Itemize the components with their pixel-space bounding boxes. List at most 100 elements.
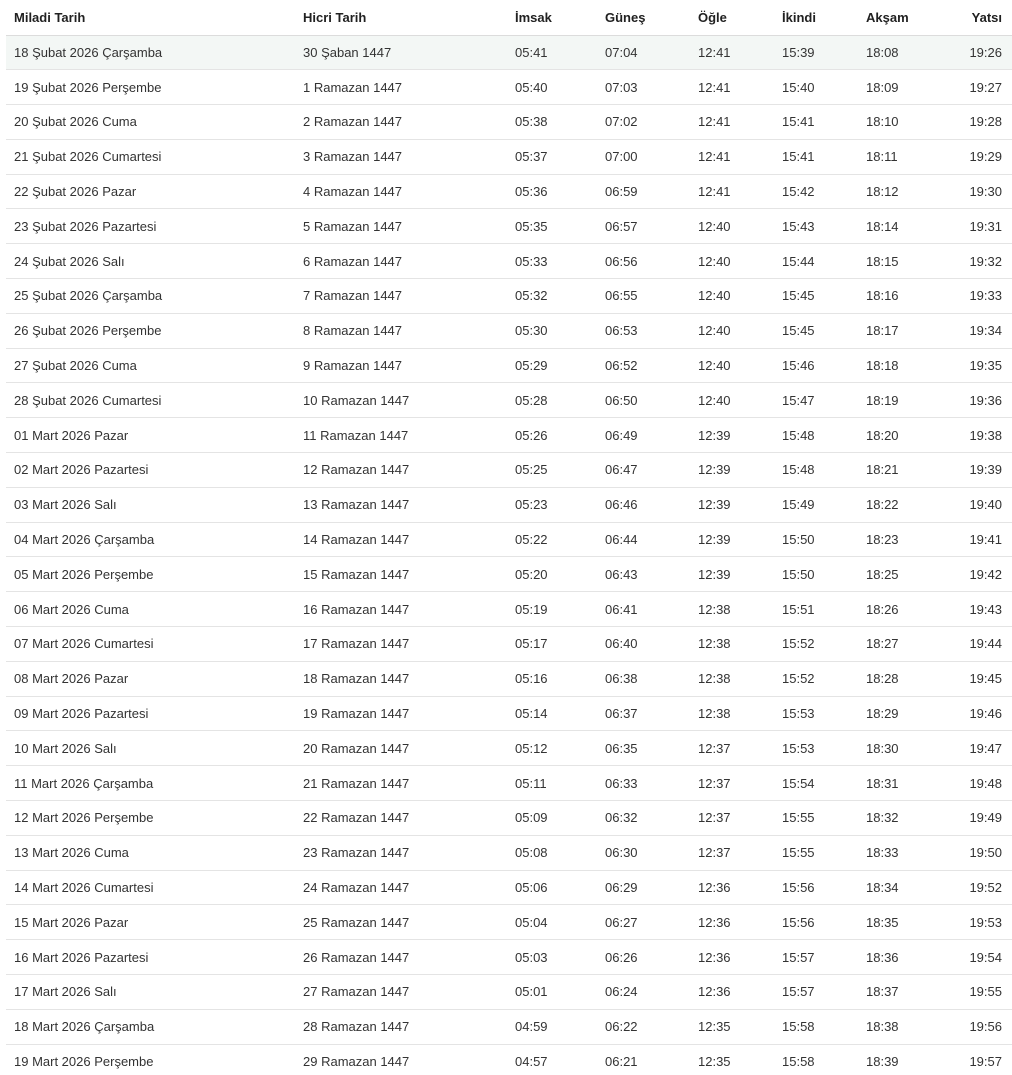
cell-aksam: 18:16	[858, 278, 944, 314]
cell-yatsi: 19:34	[944, 313, 1012, 349]
cell-miladi-tarih: 19 Şubat 2026 Perşembe	[6, 69, 295, 106]
cell-hicri-tarih: 1 Ramazan 1447	[295, 69, 507, 106]
cell-gunes: 07:03	[597, 69, 690, 106]
table-row: 20 Şubat 2026 Cuma 2 Ramazan 1447 05:38 07:…	[6, 104, 1012, 140]
cell-imsak: 05:16	[507, 661, 597, 697]
cell-aksam: 18:22	[858, 487, 944, 523]
cell-gunes: 06:21	[597, 1044, 690, 1075]
table-row: 02 Mart 2026 Pazartesi 12 Ramazan 1447 05:…	[6, 452, 1012, 488]
cell-hicri-tarih: 7 Ramazan 1447	[295, 278, 507, 314]
cell-aksam: 18:26	[858, 591, 944, 628]
cell-aksam: 18:38	[858, 1009, 944, 1045]
cell-aksam: 18:15	[858, 243, 944, 280]
cell-gunes: 07:04	[597, 35, 690, 71]
cell-miladi-tarih: 20 Şubat 2026 Cuma	[6, 104, 295, 140]
cell-miladi-tarih: 21 Şubat 2026 Cumartesi	[6, 139, 295, 175]
cell-hicri-tarih: 23 Ramazan 1447	[295, 835, 507, 871]
cell-ikindi: 15:52	[774, 626, 858, 662]
cell-imsak: 05:30	[507, 313, 597, 349]
cell-miladi-tarih: 26 Şubat 2026 Perşembe	[6, 313, 295, 349]
cell-ogle: 12:40	[690, 382, 774, 419]
cell-gunes: 06:32	[597, 800, 690, 836]
cell-miladi-tarih: 01 Mart 2026 Pazar	[6, 417, 295, 454]
cell-miladi-tarih: 17 Mart 2026 Salı	[6, 974, 295, 1010]
cell-hicri-tarih: 4 Ramazan 1447	[295, 174, 507, 210]
table-row: 08 Mart 2026 Pazar 18 Ramazan 1447 05:16 06…	[6, 661, 1012, 697]
cell-imsak: 04:57	[507, 1044, 597, 1075]
cell-ikindi: 15:57	[774, 974, 858, 1010]
cell-ogle: 12:40	[690, 313, 774, 349]
cell-aksam: 18:21	[858, 452, 944, 488]
cell-imsak: 05:35	[507, 208, 597, 245]
cell-miladi-tarih: 28 Şubat 2026 Cumartesi	[6, 382, 295, 419]
cell-imsak: 05:12	[507, 730, 597, 767]
cell-gunes: 06:22	[597, 1009, 690, 1045]
cell-aksam: 18:37	[858, 974, 944, 1010]
cell-imsak: 05:40	[507, 69, 597, 106]
cell-imsak: 05:33	[507, 243, 597, 280]
cell-gunes: 06:27	[597, 904, 690, 941]
cell-hicri-tarih: 28 Ramazan 1447	[295, 1009, 507, 1045]
cell-aksam: 18:32	[858, 800, 944, 836]
cell-gunes: 06:43	[597, 556, 690, 593]
cell-imsak: 05:19	[507, 591, 597, 628]
cell-aksam: 18:30	[858, 730, 944, 767]
cell-ikindi: 15:50	[774, 556, 858, 593]
cell-miladi-tarih: 02 Mart 2026 Pazartesi	[6, 452, 295, 488]
cell-ogle: 12:40	[690, 278, 774, 314]
cell-ogle: 12:39	[690, 452, 774, 488]
header-miladi-tarih: Miladi Tarih	[6, 0, 295, 36]
cell-aksam: 18:29	[858, 696, 944, 732]
cell-ikindi: 15:54	[774, 765, 858, 802]
cell-hicri-tarih: 2 Ramazan 1447	[295, 104, 507, 140]
cell-yatsi: 19:44	[944, 626, 1012, 662]
cell-ikindi: 15:40	[774, 69, 858, 106]
cell-gunes: 06:35	[597, 730, 690, 767]
cell-ogle: 12:39	[690, 556, 774, 593]
cell-hicri-tarih: 19 Ramazan 1447	[295, 696, 507, 732]
cell-yatsi: 19:52	[944, 870, 1012, 906]
cell-ogle: 12:35	[690, 1009, 774, 1045]
cell-yatsi: 19:48	[944, 765, 1012, 802]
cell-ogle: 12:37	[690, 835, 774, 871]
cell-imsak: 05:29	[507, 348, 597, 384]
cell-yatsi: 19:27	[944, 69, 1012, 106]
cell-yatsi: 19:55	[944, 974, 1012, 1010]
cell-yatsi: 19:26	[944, 35, 1012, 71]
cell-imsak: 05:36	[507, 174, 597, 210]
cell-miladi-tarih: 05 Mart 2026 Perşembe	[6, 556, 295, 593]
cell-miladi-tarih: 11 Mart 2026 Çarşamba	[6, 765, 295, 802]
cell-yatsi: 19:50	[944, 835, 1012, 871]
cell-imsak: 05:01	[507, 974, 597, 1010]
cell-ogle: 12:41	[690, 69, 774, 106]
cell-miladi-tarih: 23 Şubat 2026 Pazartesi	[6, 208, 295, 245]
prayer-times-container: Miladi Tarih Hicri Tarih İmsak Güneş Öğl…	[0, 0, 1012, 1075]
cell-ogle: 12:40	[690, 243, 774, 280]
cell-aksam: 18:17	[858, 313, 944, 349]
table-row: 19 Mart 2026 Perşembe 29 Ramazan 1447 04:5…	[6, 1044, 1012, 1075]
cell-aksam: 18:39	[858, 1044, 944, 1075]
cell-ogle: 12:40	[690, 208, 774, 245]
cell-gunes: 06:49	[597, 417, 690, 454]
cell-hicri-tarih: 26 Ramazan 1447	[295, 939, 507, 976]
header-gunes: Güneş	[597, 0, 690, 36]
header-ikindi: İkindi	[774, 0, 858, 36]
cell-gunes: 06:33	[597, 765, 690, 802]
cell-imsak: 05:38	[507, 104, 597, 140]
cell-gunes: 06:59	[597, 174, 690, 210]
cell-ikindi: 15:41	[774, 139, 858, 175]
cell-miladi-tarih: 22 Şubat 2026 Pazar	[6, 174, 295, 210]
cell-aksam: 18:12	[858, 174, 944, 210]
cell-aksam: 18:23	[858, 522, 944, 558]
table-row: 03 Mart 2026 Salı 13 Ramazan 1447 05:23 06:…	[6, 487, 1012, 523]
cell-hicri-tarih: 21 Ramazan 1447	[295, 765, 507, 802]
cell-miladi-tarih: 24 Şubat 2026 Salı	[6, 243, 295, 280]
cell-ogle: 12:37	[690, 800, 774, 836]
cell-ogle: 12:37	[690, 730, 774, 767]
table-row: 21 Şubat 2026 Cumartesi 3 Ramazan 1447 05:…	[6, 139, 1012, 175]
cell-gunes: 06:57	[597, 208, 690, 245]
table-row: 07 Mart 2026 Cumartesi 17 Ramazan 1447 05:…	[6, 626, 1012, 662]
cell-ikindi: 15:55	[774, 835, 858, 871]
table-body: 18 Şubat 2026 Çarşamba 30 Şaban 1447 05:41…	[6, 35, 1012, 1075]
cell-ikindi: 15:52	[774, 661, 858, 697]
